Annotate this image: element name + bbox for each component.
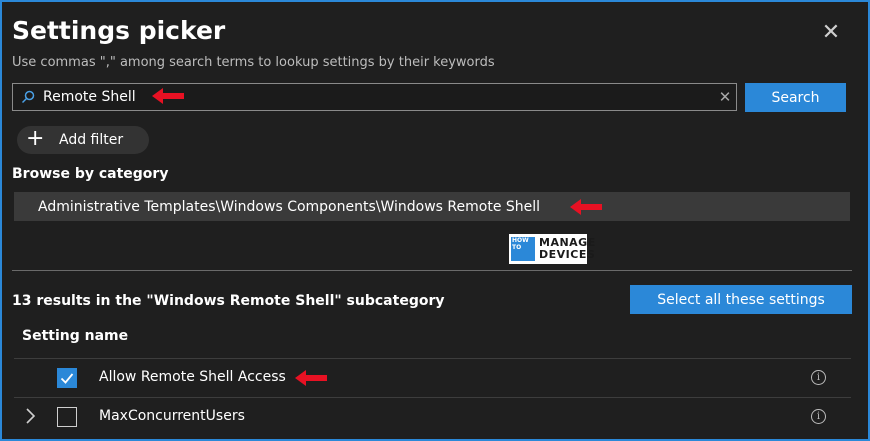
clear-icon[interactable]: ✕ — [717, 87, 733, 107]
setting-label: MaxConcurrentUsers — [99, 408, 245, 424]
howtomanagedevices-logo: HOW TO MANAGE DEVICES — [509, 234, 595, 264]
info-icon[interactable]: i — [811, 409, 826, 424]
category-path-row[interactable]: Administrative Templates\Windows Compone… — [14, 192, 850, 221]
page-title: Settings picker — [12, 16, 226, 45]
logo-devices-text: DEVICES — [539, 248, 596, 261]
column-header-setting-name: Setting name — [22, 328, 129, 344]
search-input[interactable] — [43, 87, 693, 107]
info-icon[interactable]: i — [811, 370, 826, 385]
setting-row-maxconcurrentusers[interactable]: MaxConcurrentUsers i — [14, 398, 851, 436]
chevron-right-icon[interactable] — [23, 407, 37, 425]
search-field[interactable]: ✕ — [12, 83, 737, 111]
checkbox-checked[interactable] — [57, 368, 77, 388]
close-icon[interactable]: ✕ — [820, 22, 842, 44]
plus-icon: + — [26, 126, 45, 151]
page-subtitle: Use commas "," among search terms to loo… — [12, 55, 495, 70]
category-path: Administrative Templates\Windows Compone… — [38, 199, 541, 215]
settings-picker-panel: Settings picker ✕ Use commas "," among s… — [0, 0, 870, 441]
search-button[interactable]: Search — [745, 83, 846, 112]
checkmark-icon — [60, 373, 74, 384]
browse-by-category-label: Browse by category — [12, 166, 169, 182]
annotation-arrow-icon — [295, 370, 327, 386]
annotation-arrow-icon — [152, 88, 184, 104]
search-icon — [21, 90, 35, 104]
add-filter-label: Add filter — [59, 132, 124, 148]
add-filter-button[interactable]: + Add filter — [17, 126, 149, 154]
setting-row-allow-remote-shell-access[interactable]: Allow Remote Shell Access i — [14, 359, 851, 397]
setting-label: Allow Remote Shell Access — [99, 369, 286, 385]
checkbox-unchecked[interactable] — [57, 407, 77, 427]
select-all-settings-button[interactable]: Select all these settings — [630, 285, 852, 314]
logo-how-to-mark: HOW TO — [511, 237, 535, 261]
annotation-arrow-icon — [570, 199, 602, 215]
results-summary: 13 results in the "Windows Remote Shell"… — [12, 293, 445, 309]
section-divider — [12, 270, 852, 271]
